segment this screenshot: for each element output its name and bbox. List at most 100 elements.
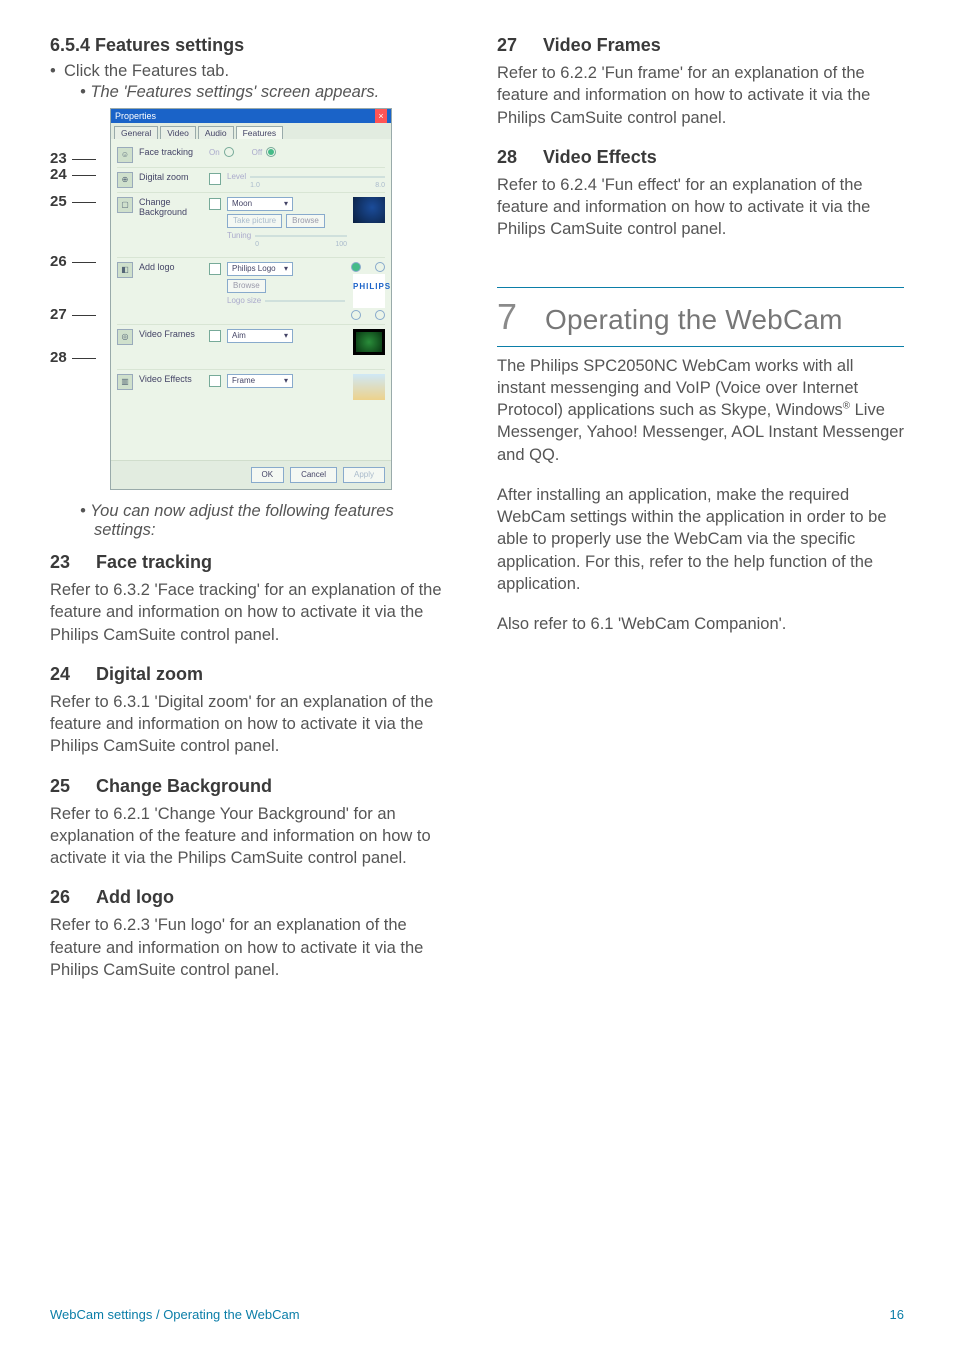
radio-face-on[interactable] [224,147,234,157]
checkbox-logo[interactable] [209,263,221,275]
heading-654: 6.5.4 Features settings [50,35,457,56]
row-video-effects: ▥ Video Effects Frame▾ [117,369,385,414]
label-on: On [209,148,220,157]
corner-bl[interactable] [351,310,361,320]
para-webcam-works: The Philips SPC2050NC WebCam works with … [497,355,904,466]
select-logo[interactable]: Philips Logo▾ [227,262,293,276]
tab-general[interactable]: General [114,126,158,139]
heading-24: 24Digital zoom [50,664,457,685]
dialog-titlebar[interactable]: Properties × [111,109,391,123]
corner-tr[interactable] [375,262,385,272]
title-23: Face tracking [96,552,212,572]
lead-28 [72,358,96,359]
bullet-screen-appears: • The 'Features settings' screen appears… [50,83,457,102]
select-effects-value: Frame [232,375,255,387]
select-effects[interactable]: Frame ▾ [227,374,293,388]
checkbox-background[interactable] [209,198,221,210]
para1-a: The Philips SPC2050NC WebCam works with … [497,357,858,420]
checkbox-effects[interactable] [209,375,221,387]
chevron-down-icon: ▾ [284,198,288,210]
dialog-buttons: OK Cancel Apply [111,460,391,489]
label-face-tracking: Face tracking [139,147,203,157]
num-25: 25 [50,776,78,797]
num-28: 28 [497,147,525,168]
select-frames[interactable]: Aim ▾ [227,329,293,343]
label-logo-size: Logo size [227,296,261,305]
select-frames-value: Aim [232,330,246,342]
dialog-title: Properties [115,109,156,123]
lead-26 [72,262,96,263]
para-28: Refer to 6.2.4 'Fun effect' for an expla… [497,174,904,241]
bullet2-line1: You can now adjust the following feature… [90,502,394,520]
tab-features[interactable]: Features [236,126,284,139]
close-icon[interactable]: × [375,109,387,123]
effects-icon: ▥ [117,374,133,390]
button-browse-logo[interactable]: Browse [227,279,266,293]
apply-button[interactable]: Apply [343,467,385,483]
tab-audio[interactable]: Audio [198,126,234,139]
lead-25 [72,202,96,203]
title-28: Video Effects [543,147,657,167]
lead-23 [72,159,96,160]
para-24: Refer to 6.3.1 'Digital zoom' for an exp… [50,691,457,758]
footer-page-number: 16 [890,1307,904,1322]
callout-24: 24 [50,166,67,183]
callout-26: 26 [50,253,67,270]
page-footer: WebCam settings / Operating the WebCam 1… [50,1307,904,1322]
bullet2-line2: settings: [80,521,457,540]
properties-dialog: Properties × General Video Audio Feature… [110,108,392,490]
cancel-button[interactable]: Cancel [290,467,337,483]
heading-25: 25 Change Background [50,776,457,797]
bullet-adjust-following: • You can now adjust the following featu… [50,502,457,540]
tab-video[interactable]: Video [160,126,196,139]
corner-tl[interactable] [351,262,361,272]
title-25: Change Background [96,776,272,796]
preview-background [353,197,385,223]
bullet-sub-text: The 'Features settings' screen appears. [90,83,379,101]
radio-face-off[interactable] [266,147,276,157]
select-background[interactable]: Moon ▾ [227,197,293,211]
registered-mark: ® [843,401,850,412]
chevron-down-icon: ▾ [284,330,288,342]
callout-23: 23 [50,150,67,167]
face-icon: ☺ [117,147,133,163]
dialog-body: ☺ Face tracking On Off ⊕ Digital [111,139,391,460]
callout-27: 27 [50,306,67,323]
row-change-background: ▢ Change Background Moon ▾ Take picture B… [117,192,385,257]
button-browse-bg[interactable]: Browse [286,214,325,228]
num-27: 27 [497,35,525,56]
checkbox-frames[interactable] [209,330,221,342]
label-zoom-max: 8.0 [375,182,385,189]
para-26: Refer to 6.2.3 'Fun logo' for an explana… [50,914,457,981]
chevron-down-icon: ▾ [284,263,288,275]
background-icon: ▢ [117,197,133,213]
button-take-picture[interactable]: Take picture [227,214,282,228]
label-tuning-min: 0 [255,241,259,248]
heading-23: 23 Face tracking [50,552,457,573]
logo-icon: ◧ [117,262,133,278]
select-background-value: Moon [232,198,252,210]
heading-27: 27Video Frames [497,35,904,56]
corner-br[interactable] [375,310,385,320]
para-after-install: After installing an application, make th… [497,484,904,595]
logo-corner-select-bottom[interactable] [351,310,385,320]
logo-corner-select[interactable] [351,262,385,272]
num-26: 26 [50,887,78,908]
chapter-rule-bottom [497,346,904,347]
title-24: Digital zoom [96,664,203,684]
label-digital-zoom: Digital zoom [139,172,203,182]
row-digital-zoom: ⊕ Digital zoom Level 1.0 8.0 [117,167,385,192]
chevron-down-icon: ▾ [284,375,288,387]
para-25: Refer to 6.2.1 'Change Your Background' … [50,803,457,870]
num-23: 23 [50,552,78,573]
para-23: Refer to 6.3.2 'Face tracking' for an ex… [50,579,457,646]
label-change-background: Change Background [139,197,203,217]
label-add-logo: Add logo [139,262,203,272]
chapter-title: Operating the WebCam [545,304,843,336]
ok-button[interactable]: OK [251,467,285,483]
preview-effects [353,374,385,400]
frames-icon: ◎ [117,329,133,345]
bullet-click-features: •Click the Features tab. [50,62,457,81]
checkbox-zoom[interactable] [209,173,221,185]
lead-24 [72,175,96,176]
